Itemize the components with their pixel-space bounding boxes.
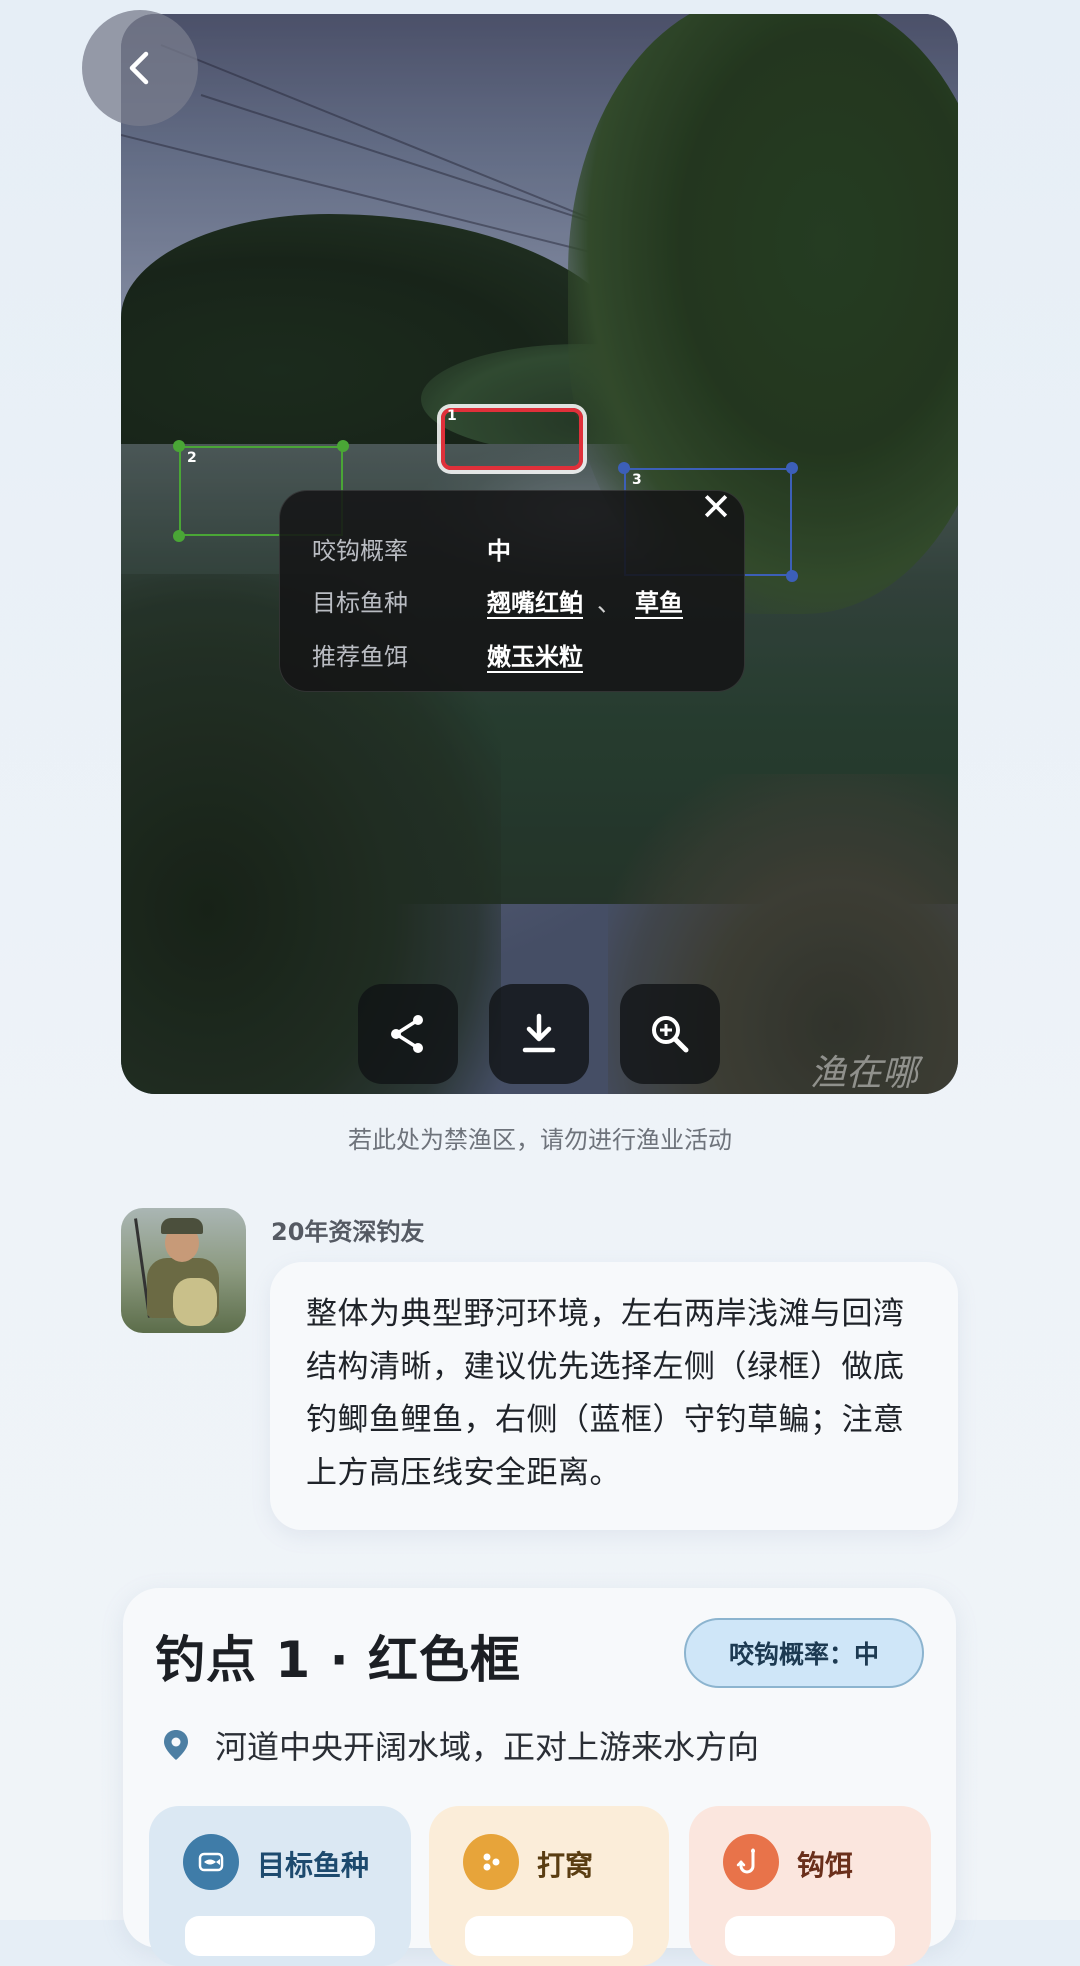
spot-location: 河道中央开阔水域，正对上游来水方向 [159,1722,759,1768]
spot-info-popup: ✕ 咬钩概率中 目标鱼种 翘嘴红鲌、草鱼 推荐鱼饵 嫩玉米粒 [279,485,745,692]
spot-handle [173,440,185,452]
spot-detail-card: 钓点 1 · 红色框 咬钩概率：中 河道中央开阔水域，正对上游来水方向 目标鱼种… [123,1588,956,1966]
popup-row-probability: 咬钩概率 中 [312,531,511,566]
popup-key: 目标鱼种 [312,589,408,617]
zoom-in-icon [652,1016,689,1053]
fish-icon [183,1834,239,1890]
author-name: 20年资深钓友 [271,1218,425,1246]
location-pin-icon [164,1730,188,1760]
tile-label: 打窝 [537,1849,594,1882]
tile-groundbait[interactable]: 打窝 [429,1806,669,1966]
tile-content [185,1916,375,1956]
tile-content [465,1916,633,1956]
bait-link[interactable]: 嫩玉米粒 [487,643,583,671]
popup-row-target-fish: 目标鱼种 翘嘴红鲌、草鱼 [312,583,683,618]
fishing-spot-box-1[interactable]: 1 [441,408,583,470]
tile-label: 目标鱼种 [257,1849,370,1882]
location-text: 河道中央开阔水域，正对上游来水方向 [215,1728,760,1766]
tile-hook-bait[interactable]: 钩饵 [689,1806,931,1966]
tile-label: 钩饵 [797,1849,854,1882]
fish-link[interactable]: 草鱼 [635,589,683,617]
popup-value: 中 [487,537,511,565]
fish-link[interactable]: 翘嘴红鲌 [487,589,583,617]
spot-handle [337,440,349,452]
zoom-button[interactable] [620,984,720,1084]
separator: 、 [597,589,621,617]
share-icon [391,1015,423,1053]
spot-number: 1 [447,408,457,424]
spot-number: 2 [187,450,197,466]
spot-handle [618,462,630,474]
hook-icon [723,1834,779,1890]
app-watermark: 渔在哪 [809,1053,918,1094]
comment-bubble: 整体为典型野河环境，左右两岸浅滩与回湾结构清晰，建议优先选择左侧（绿框）做底钓鲫… [270,1262,958,1530]
tile-target-fish[interactable]: 目标鱼种 [149,1806,411,1966]
spot-handle [786,570,798,582]
probability-badge: 咬钩概率：中 [684,1618,924,1688]
close-icon[interactable]: ✕ [688,479,744,535]
spot-handle [786,462,798,474]
scene-photo[interactable]: 2 3 1 ✕ 咬钩概率 中 目标鱼种 翘嘴红鲌、草鱼 推荐鱼饵 嫩玉米粒 渔在哪 [121,14,958,1094]
popup-key: 推荐鱼饵 [312,643,408,671]
tile-content [725,1916,895,1956]
chevron-left-icon [129,51,149,85]
spot-title: 钓点 1 · 红色框 [155,1631,522,1689]
download-button[interactable] [489,984,589,1084]
download-icon [522,1013,556,1053]
fishing-ban-notice: 若此处为禁渔区，请勿进行渔业活动 [348,1126,732,1154]
back-button[interactable] [82,10,198,126]
spot-handle [173,530,185,542]
popup-row-bait: 推荐鱼饵 嫩玉米粒 [312,637,583,672]
bait-dots-icon [463,1834,519,1890]
spot-number: 3 [632,472,642,488]
share-button[interactable] [358,984,458,1084]
author-avatar[interactable] [121,1208,246,1333]
comment-text: 整体为典型野河环境，左右两岸浅滩与回湾结构清晰，建议优先选择左侧（绿框）做底钓鲫… [306,1296,905,1491]
popup-key: 咬钩概率 [312,537,408,565]
